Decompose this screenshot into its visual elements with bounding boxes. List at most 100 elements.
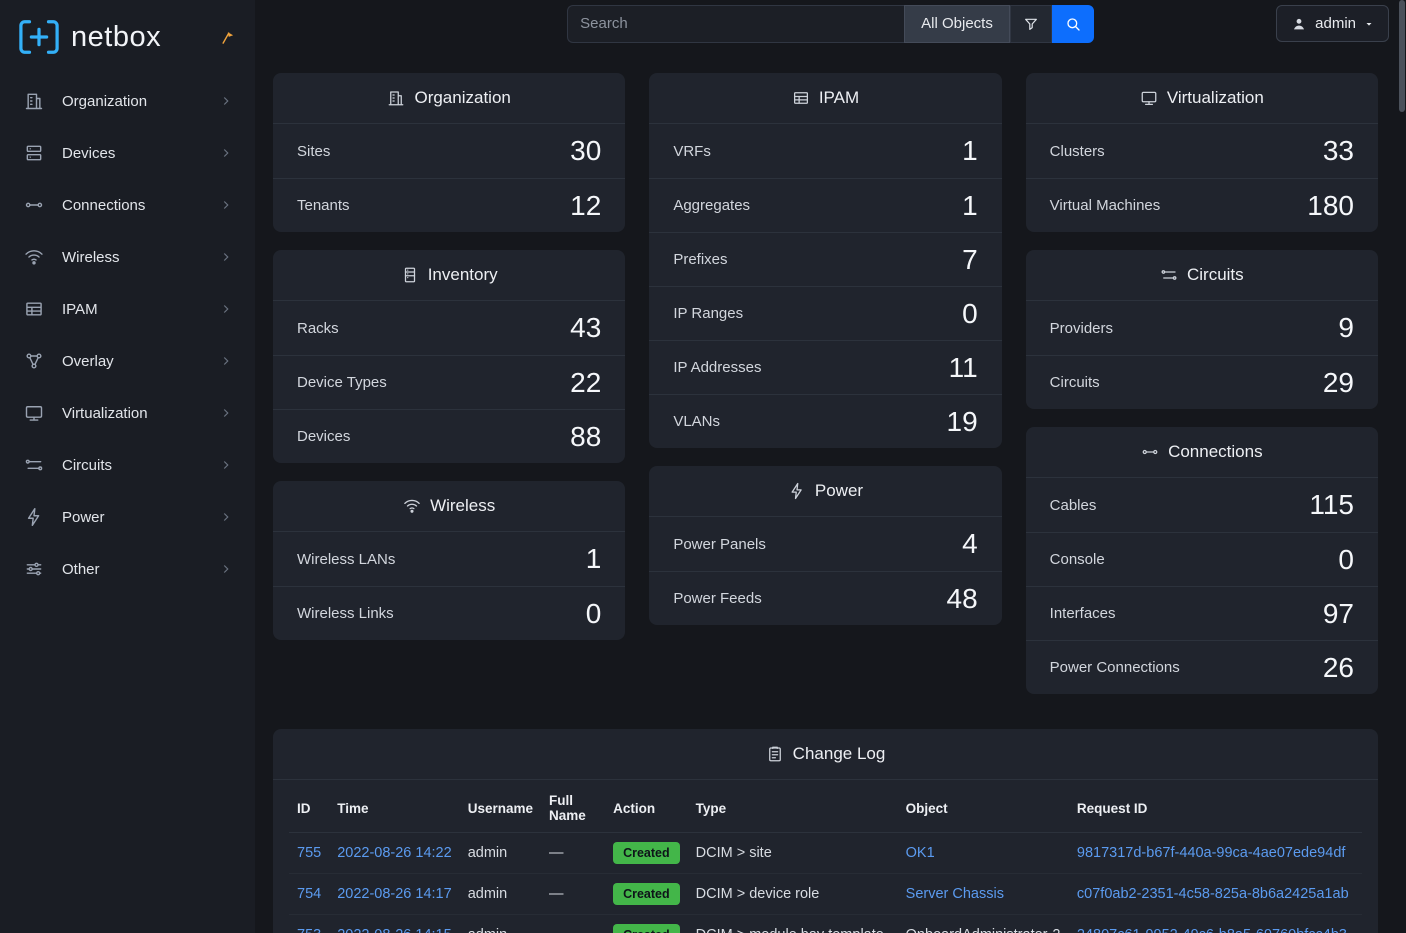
stat-row[interactable]: Aggregates 1 — [649, 178, 1001, 232]
search-icon — [1065, 16, 1081, 32]
server-stack-icon — [24, 143, 44, 163]
stat-label: Device Types — [297, 374, 387, 391]
change-time-link[interactable]: 2022-08-26 14:17 — [337, 886, 452, 902]
request-id-link[interactable]: c07f0ab2-2351-4c58-825a-8b6a2425a1ab — [1077, 886, 1349, 902]
cell-id: 754 — [289, 874, 329, 915]
sidebar-item-virtualization[interactable]: Virtualization — [0, 387, 255, 439]
sidebar-item-devices[interactable]: Devices — [0, 127, 255, 179]
card-title: Circuits — [1187, 265, 1244, 285]
card-header: Connections — [1026, 427, 1378, 478]
col-header-time: Time — [329, 782, 460, 833]
object-link[interactable]: OK1 — [906, 845, 935, 861]
cable-icon — [1141, 443, 1159, 461]
stat-row[interactable]: Console 0 — [1026, 532, 1378, 586]
sidebar-item-ipam[interactable]: IPAM — [0, 283, 255, 335]
request-id-link[interactable]: 9817317d-b67f-440a-99ca-4ae07ede94df — [1077, 845, 1345, 861]
chevron-right-icon — [219, 354, 233, 368]
sidebar-item-label: IPAM — [62, 301, 219, 318]
change-id-link[interactable]: 753 — [297, 927, 321, 933]
stat-label: Cables — [1050, 497, 1097, 514]
stat-label: Wireless Links — [297, 605, 394, 622]
stat-row[interactable]: IP Ranges 0 — [649, 286, 1001, 340]
stat-value: 22 — [570, 367, 601, 399]
stat-value: 0 — [586, 598, 602, 630]
stat-label: Clusters — [1050, 143, 1105, 160]
change-time-link[interactable]: 2022-08-26 14:15 — [337, 927, 452, 933]
main-area: All Objects — [255, 0, 1406, 933]
card-header: Inventory — [273, 250, 625, 301]
stat-label: Power Feeds — [673, 590, 761, 607]
object-link[interactable]: Server Chassis — [906, 886, 1004, 902]
cell-action: Created — [605, 874, 688, 915]
stat-row[interactable]: Power Panels 4 — [649, 517, 1001, 571]
sidebar-item-other[interactable]: Other — [0, 543, 255, 595]
sidebar-item-label: Overlay — [62, 353, 219, 370]
stat-row[interactable]: Wireless LANs 1 — [273, 532, 625, 586]
brand[interactable]: netbox — [0, 0, 255, 69]
stat-row[interactable]: VRFs 1 — [649, 124, 1001, 178]
stat-label: Wireless LANs — [297, 551, 395, 568]
stat-row[interactable]: Sites 30 — [273, 124, 625, 178]
stat-row[interactable]: Devices 88 — [273, 409, 625, 463]
table-row: 753 2022-08-26 14:15 admin — Created DCI… — [289, 915, 1362, 933]
change-time-link[interactable]: 2022-08-26 14:22 — [337, 845, 452, 861]
change-id-link[interactable]: 755 — [297, 845, 321, 861]
cell-request-id: 9817317d-b67f-440a-99ca-4ae07ede94df — [1069, 833, 1362, 874]
page-scrollbar[interactable] — [1399, 0, 1405, 933]
search-input[interactable] — [567, 5, 904, 43]
stat-row[interactable]: Circuits 29 — [1026, 355, 1378, 409]
sidebar-item-power[interactable]: Power — [0, 491, 255, 543]
stat-row[interactable]: Clusters 33 — [1026, 124, 1378, 178]
card-title: Change Log — [793, 744, 886, 764]
scrollbar-thumb[interactable] — [1399, 0, 1405, 112]
sidebar-nav: Organization Devices — [0, 69, 255, 595]
search-button[interactable] — [1052, 5, 1094, 43]
card-header: Circuits — [1026, 250, 1378, 301]
card-title: Virtualization — [1167, 88, 1264, 108]
cell-type: DCIM > module bay template — [688, 915, 898, 933]
wifi-icon — [24, 247, 44, 267]
stat-row[interactable]: Prefixes 7 — [649, 232, 1001, 286]
sidebar-item-organization[interactable]: Organization — [0, 75, 255, 127]
card-connections: Connections Cables 115 Console 0 Interfa… — [1026, 427, 1378, 694]
stat-row[interactable]: Racks 43 — [273, 301, 625, 355]
stat-row[interactable]: Tenants 12 — [273, 178, 625, 232]
change-id-link[interactable]: 754 — [297, 886, 321, 902]
card-title: Inventory — [428, 265, 498, 285]
stat-label: IP Addresses — [673, 359, 761, 376]
stat-row[interactable]: IP Addresses 11 — [649, 340, 1001, 394]
user-menu-button[interactable]: admin — [1276, 5, 1389, 42]
sidebar-item-connections[interactable]: Connections — [0, 179, 255, 231]
chevron-right-icon — [219, 510, 233, 524]
dashboard-content: Organization Sites 30 Tenants 12 — [255, 47, 1406, 933]
chevron-right-icon — [219, 406, 233, 420]
sidebar-item-wireless[interactable]: Wireless — [0, 231, 255, 283]
card-ipam: IPAM VRFs 1 Aggregates 1 Prefixes 7 — [649, 73, 1001, 448]
stat-label: Aggregates — [673, 197, 750, 214]
card-inventory: Inventory Racks 43 Device Types 22 Devic… — [273, 250, 625, 463]
stat-row[interactable]: Interfaces 97 — [1026, 586, 1378, 640]
stat-row[interactable]: Virtual Machines 180 — [1026, 178, 1378, 232]
cell-object: OK1 — [898, 833, 1069, 874]
stat-row[interactable]: Cables 115 — [1026, 478, 1378, 532]
filter-button[interactable] — [1010, 5, 1052, 43]
stat-value: 0 — [1338, 544, 1354, 576]
pin-sidebar-icon[interactable] — [220, 30, 235, 45]
cell-username: admin — [460, 874, 541, 915]
grid-table-icon — [792, 89, 810, 107]
monitor-icon — [24, 403, 44, 423]
stat-row[interactable]: Power Connections 26 — [1026, 640, 1378, 694]
stat-row[interactable]: Power Feeds 48 — [649, 571, 1001, 625]
sidebar-item-overlay[interactable]: Overlay — [0, 335, 255, 387]
sidebar-item-label: Virtualization — [62, 405, 219, 422]
stat-row[interactable]: Wireless Links 0 — [273, 586, 625, 640]
cell-object: OnboardAdministrator-2 — [898, 915, 1069, 933]
stat-row[interactable]: Providers 9 — [1026, 301, 1378, 355]
stat-row[interactable]: VLANs 19 — [649, 394, 1001, 448]
col-header-request-id: Request ID — [1069, 782, 1362, 833]
sidebar-item-circuits[interactable]: Circuits — [0, 439, 255, 491]
stat-value: 115 — [1309, 489, 1354, 521]
object-type-button[interactable]: All Objects — [904, 5, 1010, 43]
stat-row[interactable]: Device Types 22 — [273, 355, 625, 409]
request-id-link[interactable]: 24807c61-9952-49c6-b8a5-69760bfcc4b3 — [1077, 927, 1347, 933]
